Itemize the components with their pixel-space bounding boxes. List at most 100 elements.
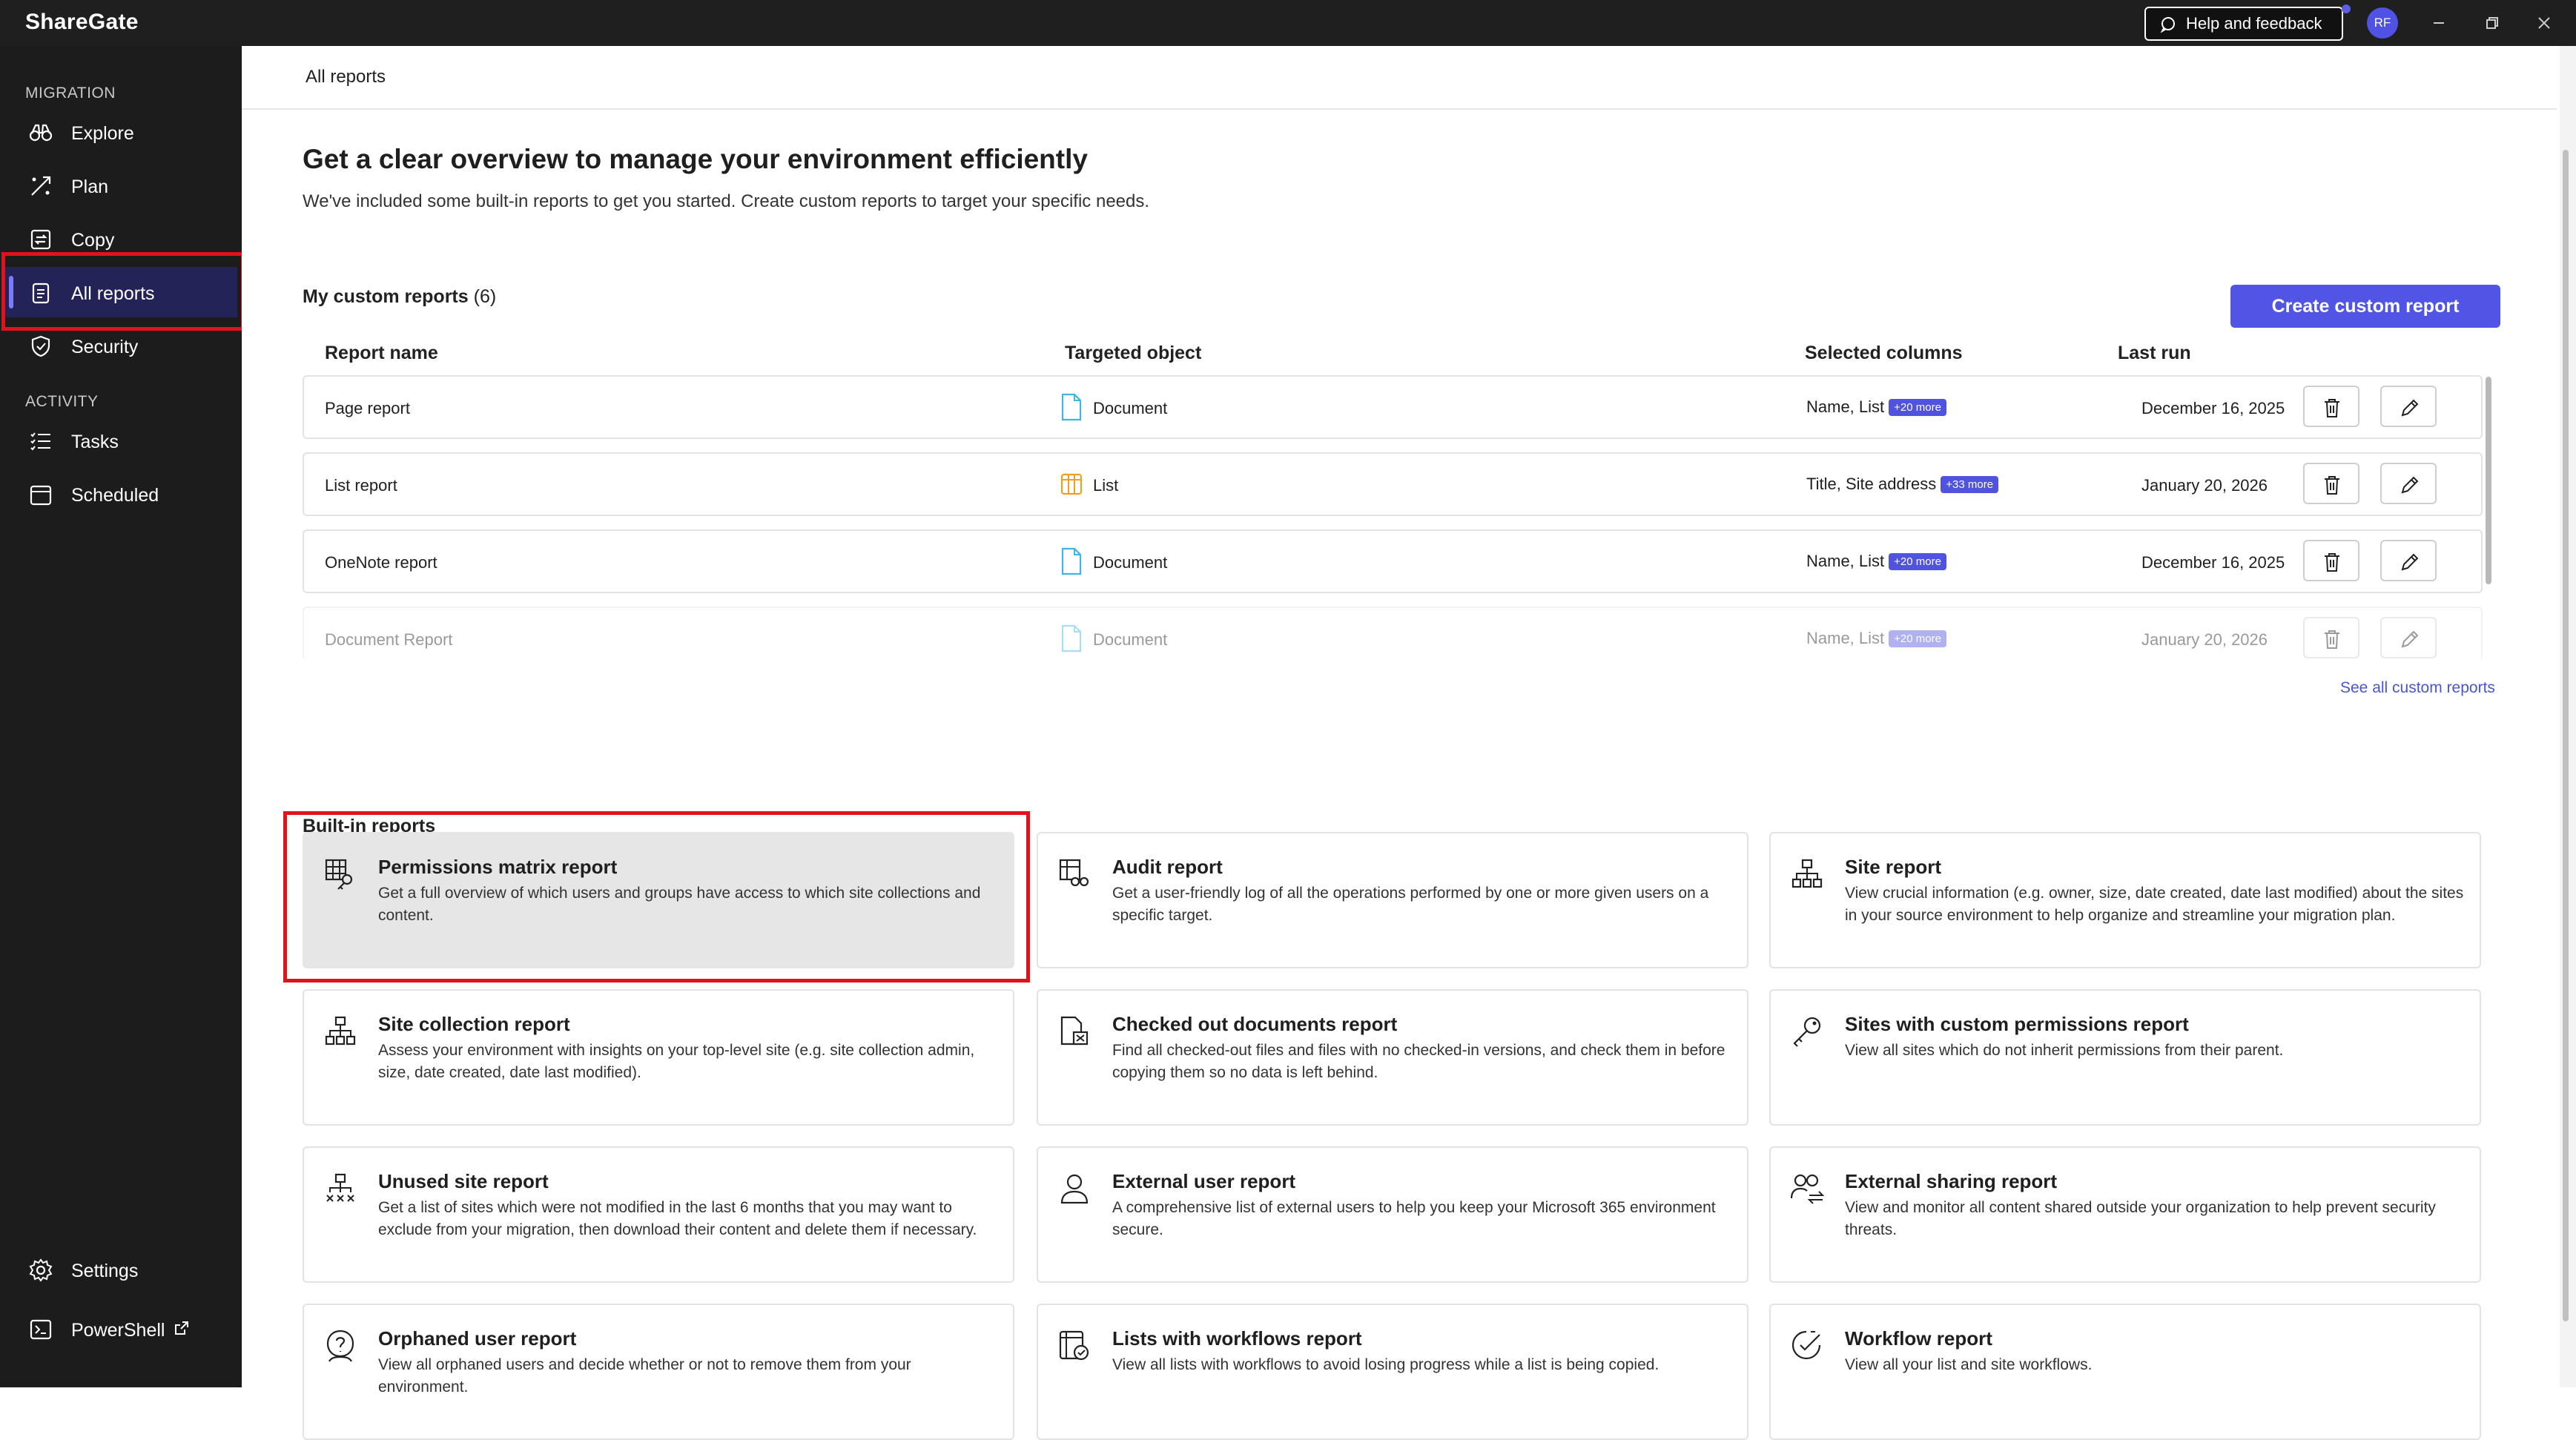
sidebar-item-label: Explore bbox=[71, 123, 134, 144]
table-row[interactable]: List report List Title, Site address +33 … bbox=[303, 452, 2483, 516]
close-icon[interactable] bbox=[2533, 12, 2555, 34]
selected-columns: Name, List +20 more bbox=[1806, 552, 1946, 571]
help-feedback-button[interactable]: Help and feedback bbox=[2144, 7, 2343, 41]
table-row[interactable]: OneNote report Document Name, List +20 mo… bbox=[303, 529, 2483, 593]
avatar[interactable]: RF bbox=[2367, 7, 2398, 39]
delete-button[interactable] bbox=[2303, 540, 2359, 581]
more-badge[interactable]: +20 more bbox=[1889, 553, 1946, 570]
more-badge[interactable]: +20 more bbox=[1889, 630, 1946, 647]
notification-dot bbox=[2342, 4, 2351, 13]
activity-section-label: ACTIVITY bbox=[25, 393, 99, 410]
external-sharing-icon bbox=[1790, 1174, 1824, 1204]
card-orphaned-user-report[interactable]: Orphaned user report View all orphaned u… bbox=[303, 1304, 1014, 1440]
external-user-icon bbox=[1060, 1174, 1089, 1204]
sidebar-item-explore[interactable]: Explore bbox=[4, 107, 237, 157]
card-description: A comprehensive list of external users t… bbox=[1112, 1199, 1716, 1238]
chat-icon bbox=[2160, 17, 2175, 33]
plan-icon bbox=[31, 176, 51, 196]
pencil-icon bbox=[2401, 476, 2419, 494]
sidebar-item-label: Settings bbox=[71, 1261, 139, 1281]
last-run: January 20, 2026 bbox=[2141, 476, 2268, 495]
edit-button[interactable] bbox=[2380, 540, 2437, 581]
sidebar-item-label: Plan bbox=[71, 176, 109, 197]
sidebar-item-scheduled[interactable]: Scheduled bbox=[4, 469, 237, 519]
more-badge[interactable]: +33 more bbox=[1941, 476, 1999, 493]
card-site-collection-report[interactable]: Site collection report Assess your envir… bbox=[303, 989, 1014, 1126]
delete-button[interactable] bbox=[2303, 617, 2359, 658]
selected-columns: Name, List +20 more bbox=[1806, 629, 1946, 648]
card-site-report[interactable]: Site report View crucial information (e.… bbox=[1769, 832, 2481, 968]
last-run: December 16, 2025 bbox=[2141, 399, 2285, 417]
card-lists-with-workflows-report[interactable]: Lists with workflows report View all lis… bbox=[1037, 1304, 1748, 1440]
workflow-icon bbox=[1791, 1330, 1821, 1360]
card-sites-with-custom-permissions-report[interactable]: Sites with custom permissions report Vie… bbox=[1769, 989, 2481, 1126]
sidebar: MIGRATION Explore Plan Copy All reports … bbox=[0, 46, 242, 1387]
delete-button[interactable] bbox=[2303, 386, 2359, 427]
trash-icon bbox=[2325, 553, 2339, 572]
pencil-icon bbox=[2401, 630, 2419, 648]
table-row[interactable]: Page report Document Name, List +20 more … bbox=[303, 375, 2483, 439]
targeted-object: Document bbox=[1093, 630, 1168, 649]
table-row[interactable]: Document Report Document Name, List +20 m… bbox=[303, 607, 2483, 660]
site-collection-icon bbox=[325, 1016, 356, 1046]
card-title: Lists with workflows report bbox=[1112, 1327, 1362, 1350]
copy-icon bbox=[30, 229, 51, 250]
scrollbar-thumb[interactable] bbox=[2563, 150, 2569, 1321]
delete-button[interactable] bbox=[2303, 463, 2359, 504]
card-description: View all your list and site workflows. bbox=[1845, 1356, 2093, 1373]
minimize-icon[interactable] bbox=[2428, 12, 2450, 34]
shield-icon bbox=[31, 335, 50, 357]
orphaned-user-icon bbox=[326, 1330, 354, 1362]
sidebar-item-powershell[interactable]: PowerShell bbox=[4, 1304, 237, 1354]
card-description: View all sites which do not inherit perm… bbox=[1845, 1042, 2284, 1059]
tasks-icon bbox=[30, 432, 50, 451]
targeted-object: List bbox=[1093, 476, 1119, 495]
edit-button[interactable] bbox=[2380, 386, 2437, 427]
card-description: Assess your environment with insights on… bbox=[378, 1042, 975, 1081]
sidebar-item-tasks[interactable]: Tasks bbox=[4, 415, 237, 466]
card-external-sharing-report[interactable]: External sharing report View and monitor… bbox=[1769, 1146, 2481, 1283]
unused-site-icon bbox=[326, 1173, 354, 1202]
sidebar-item-label: PowerShell bbox=[71, 1320, 165, 1341]
card-description: View crucial information (e.g. owner, si… bbox=[1845, 885, 2464, 924]
column-header-selected-columns[interactable]: Selected columns bbox=[1805, 343, 1963, 364]
see-all-custom-reports-link[interactable]: See all custom reports bbox=[2340, 679, 2495, 697]
document-icon bbox=[1061, 547, 1082, 575]
report-name: OneNote report bbox=[325, 553, 437, 572]
trash-icon bbox=[2325, 399, 2339, 417]
selected-columns: Name, List +20 more bbox=[1806, 397, 1946, 417]
list-workflow-icon bbox=[1059, 1330, 1089, 1361]
page-subtitle: We've included some built-in reports to … bbox=[303, 191, 1150, 211]
card-title: Site collection report bbox=[378, 1013, 570, 1035]
more-badge[interactable]: +20 more bbox=[1889, 399, 1946, 416]
gear-icon bbox=[29, 1258, 53, 1282]
table-scrollbar[interactable] bbox=[2486, 377, 2491, 584]
title-bar: ShareGate Help and feedback RF bbox=[0, 0, 2576, 46]
restore-icon[interactable] bbox=[2481, 12, 2503, 34]
binoculars-icon bbox=[29, 124, 53, 142]
column-header-last-run[interactable]: Last run bbox=[2118, 343, 2191, 364]
report-name: List report bbox=[325, 476, 397, 495]
card-description: Get a list of sites which were not modif… bbox=[378, 1199, 977, 1238]
card-external-user-report[interactable]: External user report A comprehensive lis… bbox=[1037, 1146, 1748, 1283]
sidebar-item-plan[interactable]: Plan bbox=[4, 160, 237, 211]
sidebar-item-label: Copy bbox=[71, 230, 115, 251]
card-title: Site report bbox=[1845, 856, 1942, 878]
column-header-targeted-object[interactable]: Targeted object bbox=[1065, 343, 1201, 364]
card-title: Unused site report bbox=[378, 1170, 549, 1192]
column-header-report-name[interactable]: Report name bbox=[325, 343, 438, 364]
card-audit-report[interactable]: Audit report Get a user-friendly log of … bbox=[1037, 832, 1748, 968]
key-icon bbox=[1793, 1017, 1821, 1047]
card-unused-site-report[interactable]: Unused site report Get a list of sites w… bbox=[303, 1146, 1014, 1283]
edit-button[interactable] bbox=[2380, 463, 2437, 504]
report-name: Document Report bbox=[325, 630, 453, 649]
create-custom-report-button[interactable]: Create custom report bbox=[2230, 285, 2500, 328]
calendar-icon bbox=[30, 485, 52, 506]
edit-button[interactable] bbox=[2380, 617, 2437, 658]
card-checked-out-documents-report[interactable]: Checked out documents report Find all ch… bbox=[1037, 989, 1748, 1126]
sidebar-item-settings[interactable]: Settings bbox=[4, 1244, 237, 1295]
custom-reports-count: (6) bbox=[473, 286, 497, 307]
trash-icon bbox=[2325, 476, 2339, 495]
card-workflow-report[interactable]: Workflow report View all your list and s… bbox=[1769, 1304, 2481, 1440]
targeted-object: Document bbox=[1093, 553, 1168, 572]
